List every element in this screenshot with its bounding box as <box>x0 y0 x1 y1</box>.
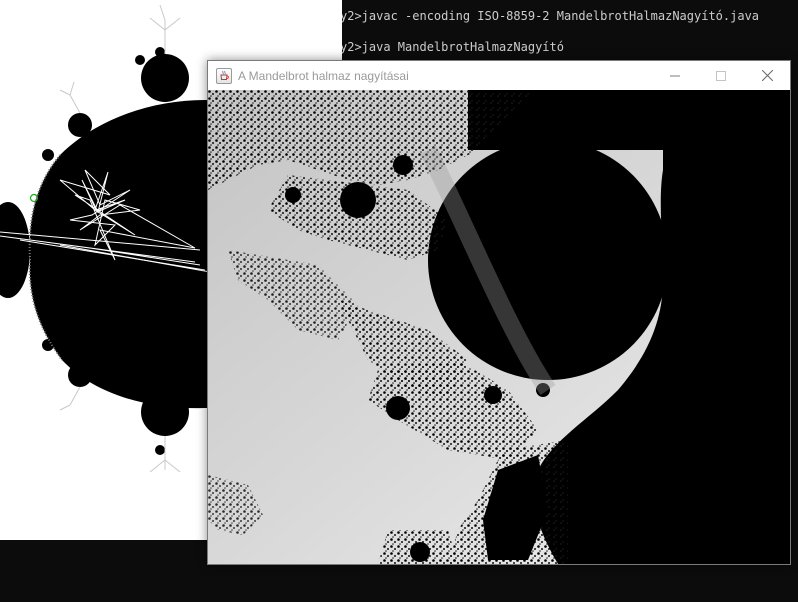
minimize-button[interactable] <box>652 61 698 90</box>
close-icon <box>761 70 773 81</box>
minimize-icon <box>670 75 680 76</box>
selected-point-marker <box>29 193 39 203</box>
console-command-javac: y2>javac -encoding ISO-8859-2 Mandelbrot… <box>340 9 760 23</box>
window-titlebar[interactable]: A Mandelbrot halmaz nagyításai <box>208 61 790 90</box>
zoom-window: A Mandelbrot halmaz nagyításai <box>207 60 791 565</box>
maximize-button[interactable] <box>698 61 744 90</box>
java-cup-icon[interactable] <box>216 67 232 84</box>
console-command-java: y2>java MandelbrotHalmazNagyító <box>340 40 564 54</box>
mandelbrot-zoom-canvas[interactable] <box>208 90 790 564</box>
close-button[interactable] <box>744 61 790 90</box>
mandelbrot-zoom-image <box>208 90 790 564</box>
maximize-icon <box>716 70 726 81</box>
window-title: A Mandelbrot halmaz nagyításai <box>238 68 409 83</box>
